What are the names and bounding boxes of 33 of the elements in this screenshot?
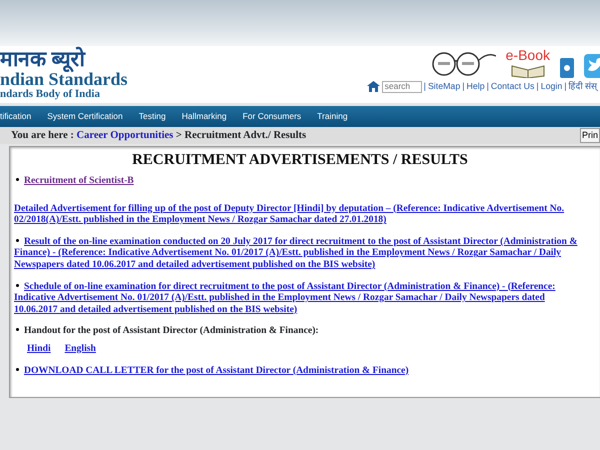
nav-item[interactable]: Training: [314, 110, 361, 123]
breadcrumb-label: You are here :: [11, 130, 75, 141]
separator: |: [564, 80, 567, 93]
handout-label: Handout for the post of Assistant Director (Administration & Finance):: [24, 325, 319, 336]
nav-item[interactable]: System Certification: [44, 110, 136, 123]
search-field[interactable]: search: [382, 80, 422, 93]
page-heading: RECRUITMENT ADVERTISEMENTS / RESULTS: [131, 151, 469, 169]
nav-item[interactable]: Hallmarking: [178, 110, 240, 123]
header-link[interactable]: Login: [540, 80, 562, 94]
header-link[interactable]: SiteMap: [428, 80, 460, 94]
ebook-label[interactable]: e-Book: [506, 48, 550, 62]
header-link[interactable]: Help: [466, 80, 485, 94]
header-link[interactable]: हिंदी संस्: [568, 80, 597, 94]
nav-item[interactable]: tification: [0, 110, 44, 123]
recruitment-link[interactable]: Detailed Advertisement for filling up of the post of Deputy Director [Hindi] by deputation – (Reference: Indicative Advertisement No. 02/2018(A)/Estt. published in the Employment News / Rozgar Samachar dated 27.01.2018): [14, 202, 586, 226]
site-subtitle: ndards Body of India: [0, 88, 101, 100]
recruitment-link[interactable]: DOWNLOAD CALL LETTER for the post of Assistant Director (Administration & Finance): [14, 364, 586, 376]
separator: |: [424, 80, 426, 93]
language-link[interactable]: Hindi: [27, 342, 51, 355]
recruitment-link[interactable]: Schedule of on-line examination for direct recruitment to the post of Assistant Director (Administration & Finance) - (Reference: Indicative Advertisement No. 01/2017 (A)/Estt. published in the Employment News / Rozgar Samachar / Daily Newspapers dated 10.06.2017 and detailed advertisement published on the BIS website): [14, 280, 586, 316]
separator: |: [462, 80, 465, 93]
recruitment-link[interactable]: Recruitment of Scientist-B: [14, 175, 586, 187]
site-title-hindi: मानक ब्यूरो: [0, 48, 86, 70]
nav-item[interactable]: Testing: [136, 110, 179, 123]
separator: |: [486, 80, 489, 93]
separator: |: [536, 80, 539, 93]
breadcrumb-current: > Recruitment Advt./ Results: [174, 130, 306, 141]
recruitment-link[interactable]: Result of the on-line examination conducted on 20 July 2017 for direct recruitment to the post of Assistant Director (Administration & Finance) - (Reference: Indicative Advertisement No. 01/2017 (A)/Estt. published in the Employment News / Rozgar Samachar / Daily Newspapers dated 10.06.2017 and detailed advertisement published on the BIS website): [14, 236, 586, 271]
header-link[interactable]: Contact Us: [490, 80, 534, 94]
language-link[interactable]: English: [64, 342, 96, 355]
nav-item[interactable]: For Consumers: [240, 110, 314, 123]
breadcrumb-link[interactable]: Career Opportunities: [76, 130, 174, 141]
print-button[interactable]: Prin: [580, 128, 600, 144]
